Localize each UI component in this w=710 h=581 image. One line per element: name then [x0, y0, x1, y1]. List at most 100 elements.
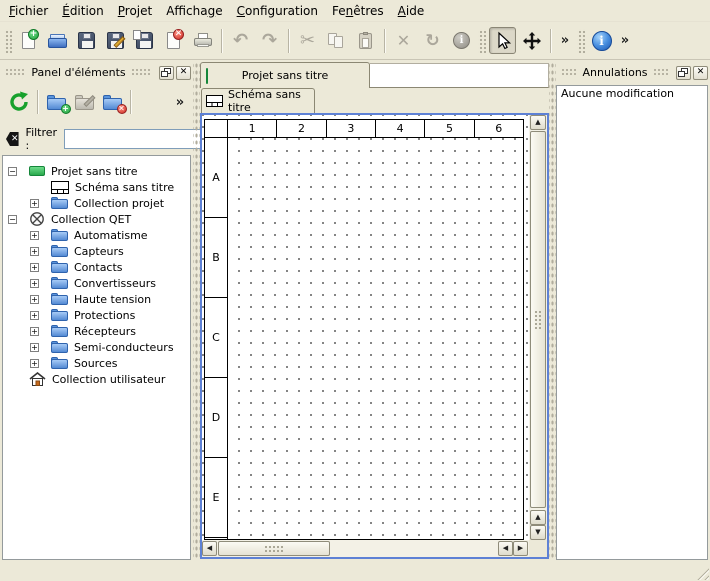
toolbar-drag-handle[interactable]	[4, 29, 12, 53]
about-qet-button[interactable]: i	[588, 27, 615, 54]
vertical-scrollbar[interactable]: ▲ ▲ ▼	[529, 115, 547, 540]
right-splitter-handle[interactable]	[549, 62, 556, 560]
toolbar-drag-handle[interactable]	[478, 29, 486, 53]
close-panel-button[interactable]: ✕	[693, 66, 708, 80]
save-button[interactable]	[73, 27, 100, 54]
expand-expander[interactable]: +	[30, 199, 39, 208]
float-panel-button[interactable]	[159, 66, 174, 80]
tree-item-convertisseurs[interactable]: + Convertisseurs	[30, 275, 156, 291]
folder-icon	[51, 245, 68, 257]
expand-expander[interactable]: +	[30, 231, 39, 240]
save-all-button[interactable]	[131, 27, 158, 54]
element-infos-button[interactable]: i	[448, 27, 475, 54]
tree-item-contacts[interactable]: + Contacts	[30, 259, 123, 275]
expand-expander[interactable]: +	[30, 359, 39, 368]
resize-grip[interactable]	[694, 565, 709, 580]
delete-folder-icon: ✕	[103, 95, 122, 110]
cut-button[interactable]: ✂	[294, 27, 321, 54]
tree-item-semi-conducteurs[interactable]: + Semi-conducteurs	[30, 339, 174, 355]
delete-category-button[interactable]: ✕	[98, 88, 126, 116]
close-file-button[interactable]: ✕	[160, 27, 187, 54]
diagram-canvas[interactable]: 1 2 3 4 5 6 A B C D E	[202, 115, 529, 540]
expand-expander[interactable]: +	[30, 263, 39, 272]
expand-expander[interactable]: +	[30, 327, 39, 336]
undo-list-item[interactable]: Aucune modification	[561, 87, 703, 100]
reload-collections-button[interactable]	[5, 88, 33, 116]
tree-item-sources[interactable]: + Sources	[30, 355, 118, 371]
close-panel-button[interactable]: ✕	[176, 66, 191, 80]
qelectrotech-window: Fichier Édition Projet Affichage Configu…	[0, 0, 710, 581]
tree-item-schema-sans-titre[interactable]: Schéma sans titre	[30, 179, 174, 195]
vertical-scroll-thumb[interactable]	[530, 131, 546, 508]
folder-icon	[51, 277, 68, 289]
new-folder-icon: +	[47, 95, 66, 110]
menu-fenetres[interactable]: Fenêtres	[325, 2, 391, 20]
delete-button[interactable]: ✕	[390, 27, 417, 54]
collapse-expander[interactable]: −	[8, 215, 17, 224]
more-help-overflow-button[interactable]: »	[617, 27, 633, 54]
visualisation-mode-button[interactable]	[518, 27, 545, 54]
menu-affichage[interactable]: Affichage	[159, 2, 229, 20]
tree-item-collection-utilisateur[interactable]: Collection utilisateur	[8, 371, 165, 387]
expand-expander[interactable]: +	[30, 247, 39, 256]
collapse-expander[interactable]: −	[8, 167, 17, 176]
scroll-left-button[interactable]: ◀	[498, 541, 513, 556]
undo-history-list[interactable]: Aucune modification	[556, 85, 708, 560]
elements-panel-toolbar: + ✕ »	[0, 84, 193, 120]
undo-button[interactable]: ↶	[227, 27, 254, 54]
tree-item-projet-sans-titre[interactable]: − Projet sans titre	[8, 163, 138, 179]
tree-item-haute-tension[interactable]: + Haute tension	[30, 291, 151, 307]
tree-item-collection-projet[interactable]: + Collection projet	[30, 195, 164, 211]
horizontal-scroll-thumb[interactable]	[218, 541, 330, 556]
new-category-button[interactable]: +	[42, 88, 70, 116]
edit-category-button[interactable]	[70, 88, 98, 116]
tab-schema-sans-titre[interactable]: Schéma sans titre	[201, 88, 315, 113]
rotate-button[interactable]: ↻	[419, 27, 446, 54]
scroll-right-button[interactable]: ▶	[513, 541, 528, 556]
left-splitter-handle[interactable]	[193, 62, 200, 560]
toolbar-drag-handle[interactable]	[577, 29, 585, 53]
diagram-view[interactable]: 1 2 3 4 5 6 A B C D E ▲ ▲ ▼ ◀	[200, 113, 549, 559]
tree-item-automatisme[interactable]: + Automatisme	[30, 227, 148, 243]
selection-mode-button[interactable]	[489, 27, 516, 54]
clear-filter-button[interactable]: ✕	[6, 132, 19, 146]
tab-projet-sans-titre[interactable]: Projet sans titre	[200, 62, 370, 88]
tree-item-recepteurs[interactable]: + Récepteurs	[30, 323, 136, 339]
panel-overflow-button[interactable]: »	[171, 88, 189, 116]
paste-button[interactable]	[352, 27, 379, 54]
expand-expander[interactable]: +	[30, 311, 39, 320]
expand-expander[interactable]: +	[30, 295, 39, 304]
dock-texture	[5, 68, 26, 77]
redo-button[interactable]: ↷	[256, 27, 283, 54]
float-panel-button[interactable]	[676, 66, 691, 80]
expand-expander[interactable]: +	[30, 343, 39, 352]
toolbar-separator	[37, 90, 38, 114]
menu-edition[interactable]: Édition	[55, 2, 111, 20]
folder-icon	[51, 261, 68, 273]
more-tools-overflow-button[interactable]: »	[556, 27, 574, 54]
paste-icon	[359, 33, 372, 49]
save-as-button[interactable]	[102, 27, 129, 54]
scroll-up-button[interactable]: ▲	[530, 115, 546, 130]
row-header: E	[205, 458, 228, 538]
menu-aide[interactable]: Aide	[391, 2, 432, 20]
horizontal-scrollbar[interactable]: ◀ ◀ ▶	[202, 540, 529, 557]
scroll-down-button[interactable]: ▼	[530, 525, 546, 540]
menu-projet[interactable]: Projet	[111, 2, 159, 20]
menu-configuration[interactable]: Configuration	[230, 2, 325, 20]
dock-texture	[561, 68, 577, 77]
print-button[interactable]	[189, 27, 216, 54]
open-file-button[interactable]	[44, 27, 71, 54]
copy-button[interactable]	[323, 27, 350, 54]
tree-item-collection-qet[interactable]: − Collection QET	[8, 211, 131, 227]
undo-panel-header: Annulations ✕	[556, 62, 710, 83]
tree-item-capteurs[interactable]: + Capteurs	[30, 243, 124, 259]
filter-row: ✕ Filtrer :	[0, 126, 193, 152]
scroll-up-button[interactable]: ▲	[530, 510, 546, 525]
expand-expander[interactable]: +	[30, 279, 39, 288]
toolbar-separator	[384, 29, 385, 53]
scroll-left-button[interactable]: ◀	[202, 541, 217, 556]
menu-fichier[interactable]: Fichier	[2, 2, 55, 20]
new-document-button[interactable]: +	[15, 27, 42, 54]
tree-item-protections[interactable]: + Protections	[30, 307, 135, 323]
